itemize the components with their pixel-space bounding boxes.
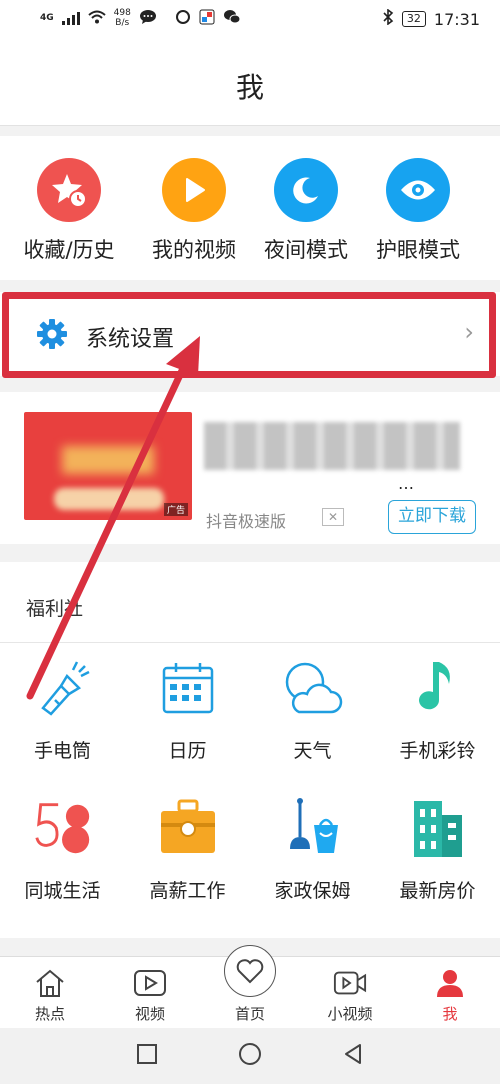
battery-level: 32 xyxy=(401,11,426,27)
house-prices-button[interactable]: 最新房价 xyxy=(375,796,500,936)
tab-label: 我 xyxy=(442,1005,458,1023)
eye-care-mode-button[interactable]: 护眼模式 xyxy=(362,136,474,280)
tab-hotspot[interactable]: 热点 xyxy=(0,957,100,1028)
quick-actions: 收藏/历史 我的视频 夜间模式 护眼模式 xyxy=(0,136,500,280)
app-icon xyxy=(199,9,215,28)
tab-label: 首页 xyxy=(234,1005,265,1023)
ad-ellipsis: … xyxy=(398,474,414,493)
tab-short-video[interactable]: 小视频 xyxy=(300,957,400,1028)
video-icon xyxy=(133,967,167,999)
system-settings-label: 系统设置 xyxy=(86,327,175,352)
status-bar: 4G 498 B/s 32 17:31 xyxy=(0,0,500,38)
ad-image-blur xyxy=(54,488,164,510)
welfare-item-label: 高薪工作 xyxy=(149,880,226,902)
night-mode-button[interactable]: 夜间模式 xyxy=(250,136,362,280)
section-title: 福利社 xyxy=(26,598,84,620)
wifi-icon xyxy=(87,10,106,27)
gear-icon xyxy=(36,318,68,354)
house-icon xyxy=(33,967,67,999)
my-videos-button[interactable]: 我的视频 xyxy=(138,136,250,280)
welfare-grid: 手电筒 日历 天气 手机彩铃 同城生活 高薪工作 家政保姆 最新房价 xyxy=(0,656,500,936)
ad-banner[interactable]: 广告 … 抖音极速版 ✕ 立即下载 xyxy=(0,392,500,544)
welfare-item-label: 同城生活 xyxy=(24,880,101,902)
status-left: 4G 498 B/s xyxy=(40,8,241,28)
message-icon xyxy=(139,9,157,28)
person-icon xyxy=(433,967,467,999)
ad-image-blur xyxy=(62,446,154,474)
ad-image[interactable]: 广告 xyxy=(24,412,192,520)
high-salary-jobs-button[interactable]: 高薪工作 xyxy=(125,796,250,936)
music-note-icon xyxy=(406,656,470,720)
tab-me[interactable]: 我 xyxy=(400,957,500,1028)
highlight-frame xyxy=(2,292,496,378)
ad-tag: 广告 xyxy=(163,503,188,516)
bottom-tab-bar: 热点 视频 首页 小视频 我 xyxy=(0,945,500,1028)
circle-icon xyxy=(175,9,191,28)
ad-source: 抖音极速版 xyxy=(206,512,287,531)
quick-action-label: 夜间模式 xyxy=(264,238,348,262)
ad-close-icon[interactable]: ✕ xyxy=(322,508,344,526)
quick-action-label: 收藏/历史 xyxy=(23,238,115,262)
ad-title-blurred xyxy=(204,422,460,470)
home-button[interactable] xyxy=(238,1042,262,1070)
ringtone-button[interactable]: 手机彩铃 xyxy=(375,656,500,796)
tab-home[interactable]: 首页 xyxy=(200,945,300,1028)
briefcase-icon xyxy=(156,796,220,860)
camera-icon xyxy=(333,967,367,999)
favorites-history-button[interactable]: 收藏/历史 xyxy=(0,136,138,280)
58-logo-icon xyxy=(31,796,95,860)
weather-button[interactable]: 天气 xyxy=(250,656,375,796)
divider xyxy=(0,642,500,643)
welfare-item-label: 手电筒 xyxy=(33,740,91,762)
welfare-item-label: 手机彩铃 xyxy=(399,740,476,762)
star-clock-icon xyxy=(37,158,101,222)
flashlight-button[interactable]: 手电筒 xyxy=(0,656,125,796)
cleaning-icon xyxy=(281,796,345,860)
quick-action-label: 我的视频 xyxy=(152,238,236,262)
bluetooth-icon xyxy=(382,8,394,29)
calendar-icon xyxy=(156,656,220,720)
net-speed-unit: B/s xyxy=(115,18,130,28)
play-icon xyxy=(162,158,226,222)
wechat-icon xyxy=(223,9,241,28)
net-speed-value: 498 xyxy=(113,8,131,18)
welfare-item-label: 日历 xyxy=(168,740,207,762)
weather-icon xyxy=(281,656,345,720)
tab-video[interactable]: 视频 xyxy=(100,957,200,1028)
recents-button[interactable] xyxy=(136,1043,158,1069)
status-time: 17:31 xyxy=(433,9,480,29)
tab-label: 热点 xyxy=(34,1005,65,1023)
page-header: 我 xyxy=(0,38,500,126)
system-settings-row[interactable]: 系统设置 › xyxy=(0,292,500,378)
tab-label: 视频 xyxy=(134,1005,165,1023)
net-speed: 498 B/s xyxy=(114,8,131,28)
welfare-item-label: 天气 xyxy=(293,740,332,762)
eye-icon xyxy=(386,158,450,222)
system-nav-bar xyxy=(0,1028,500,1084)
building-icon xyxy=(406,796,470,860)
quick-action-label: 护眼模式 xyxy=(376,238,460,262)
download-button[interactable]: 立即下载 xyxy=(388,500,476,534)
flashlight-icon xyxy=(31,656,95,720)
chevron-right-icon: › xyxy=(464,318,474,346)
network-label: 4G xyxy=(40,13,54,23)
welfare-item-label: 家政保姆 xyxy=(274,880,351,902)
moon-icon xyxy=(274,158,338,222)
heart-icon xyxy=(224,945,276,997)
page-title: 我 xyxy=(235,71,264,104)
back-button[interactable] xyxy=(342,1043,364,1069)
local-life-button[interactable]: 同城生活 xyxy=(0,796,125,936)
signal-icon xyxy=(61,11,80,25)
calendar-button[interactable]: 日历 xyxy=(125,656,250,796)
welfare-item-label: 最新房价 xyxy=(399,880,476,902)
welfare-section: 福利社 手电筒 日历 天气 手机彩铃 同城生活 高薪工作 家政保姆 最新房价 xyxy=(0,562,500,938)
status-right: 32 17:31 xyxy=(382,8,480,29)
housekeeping-button[interactable]: 家政保姆 xyxy=(250,796,375,936)
tab-label: 小视频 xyxy=(327,1005,373,1023)
